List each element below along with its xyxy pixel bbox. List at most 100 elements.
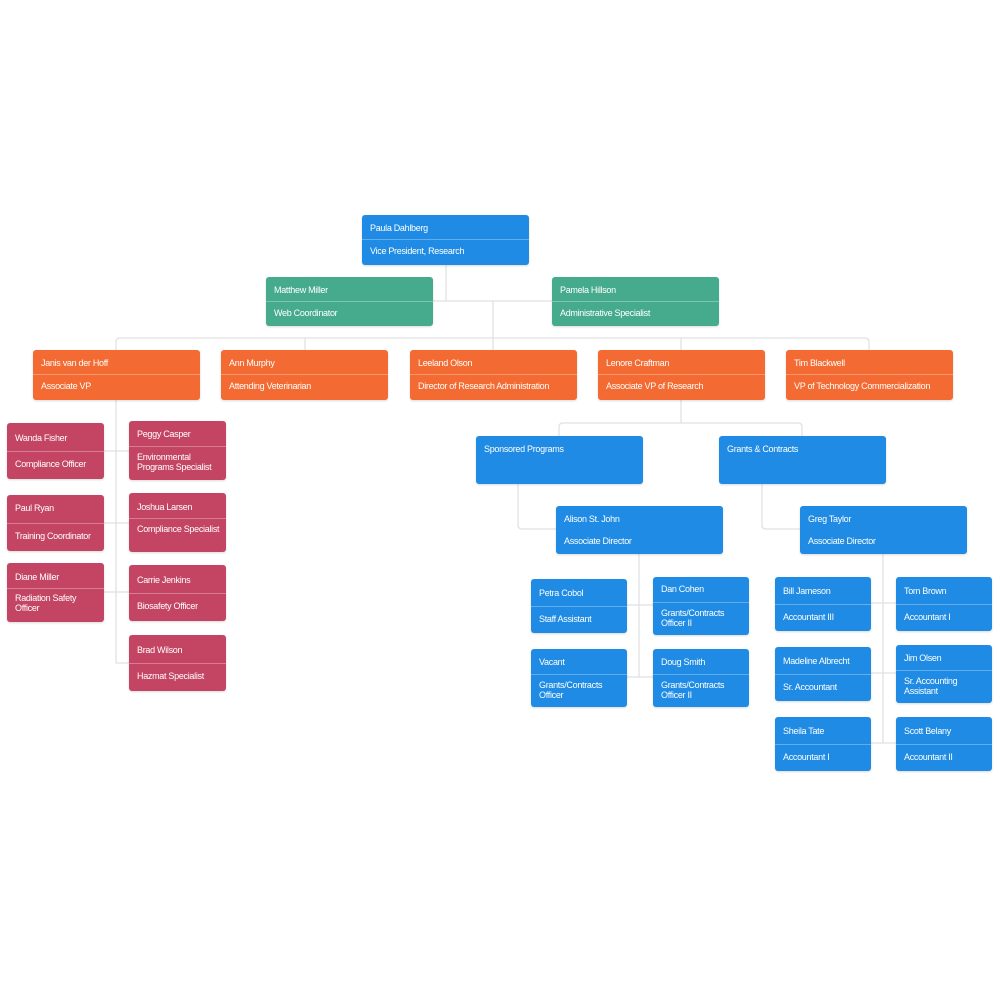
- node-name: Joshua Larsen: [137, 502, 193, 512]
- node-title: VP of Technology Commercialization: [794, 381, 931, 391]
- org-chart: Paula Dahlberg Vice President, Research Ma…: [0, 0, 1000, 1000]
- node-name: Wanda Fisher: [15, 433, 68, 443]
- node-name: Vacant: [539, 657, 565, 667]
- node-title: Web Coordinator: [274, 308, 338, 318]
- connector-grants-greg: [761, 484, 800, 530]
- node-title: Associate VP: [41, 381, 91, 391]
- org-node-janis[interactable]: Janis van der Hoff Associate VP: [33, 350, 200, 400]
- node-name: Tim Blackwell: [794, 358, 845, 368]
- node-divider: [786, 374, 953, 375]
- node-divider: [598, 374, 765, 375]
- node-name: Lenore Craftman: [606, 358, 670, 368]
- org-node-lenore[interactable]: Lenore Craftman Associate VP of Research: [598, 350, 765, 400]
- node-title: Grants/Contracts Officer: [539, 680, 603, 700]
- node-name: Leeland Olson: [418, 358, 473, 368]
- node-name: Greg Taylor: [808, 514, 852, 524]
- org-node-sponsored[interactable]: Sponsored Programs: [476, 436, 643, 484]
- node-title: Associate Director: [564, 536, 632, 546]
- node-divider: [653, 674, 749, 675]
- node-name: Carrie Jenkins: [137, 575, 191, 585]
- org-node-petra[interactable]: Petra Cobol Staff Assistant: [531, 579, 627, 633]
- node-name: Scott Belany: [904, 726, 951, 736]
- node-divider: [362, 239, 529, 240]
- connector-janis-trunk: [115, 400, 129, 664]
- org-node-scott[interactable]: Scott Belany Accountant II: [896, 717, 992, 771]
- org-node-jim[interactable]: Jim Olsen Sr. Accounting Assistant: [896, 645, 992, 703]
- node-divider: [129, 593, 226, 594]
- node-title: Vice President, Research: [370, 246, 465, 256]
- node-name: Petra Cobol: [539, 588, 584, 598]
- org-node-madeline[interactable]: Madeline Albrecht Sr. Accountant: [775, 647, 871, 701]
- node-title: Director of Research Administration: [418, 381, 550, 391]
- connector-sponsored-alison: [517, 484, 556, 530]
- node-divider: [896, 670, 992, 671]
- node-divider: [775, 604, 871, 605]
- node-divider: [129, 446, 226, 447]
- node-divider: [531, 606, 627, 607]
- node-name: Ann Murphy: [229, 358, 275, 368]
- org-node-doug[interactable]: Doug Smith Grants/Contracts Officer II: [653, 649, 749, 707]
- org-node-alison[interactable]: Alison St. John Associate Director: [556, 506, 723, 554]
- node-title: Attending Veterinarian: [229, 381, 311, 391]
- node-divider: [266, 301, 433, 302]
- node-title: Sr. Accounting Assistant: [904, 676, 958, 696]
- node-divider: [7, 588, 104, 589]
- node-name: Madeline Albrecht: [783, 656, 850, 666]
- node-title: Accountant III: [783, 612, 834, 622]
- org-node-pamela[interactable]: Pamela Hillson Administrative Specialist: [552, 277, 719, 326]
- org-node-dan[interactable]: Dan Cohen Grants/Contracts Officer II: [653, 577, 749, 635]
- node-name: Paul Ryan: [15, 503, 54, 513]
- node-name: Matthew Miller: [274, 285, 328, 295]
- node-name: Jim Olsen: [904, 653, 942, 663]
- node-divider: [7, 523, 104, 524]
- org-node-grants[interactable]: Grants & Contracts: [719, 436, 886, 484]
- node-title: Grants/Contracts Officer II: [661, 680, 725, 700]
- org-node-paula[interactable]: Paula Dahlberg Vice President, Research: [362, 215, 529, 265]
- node-title: Compliance Officer: [15, 459, 86, 469]
- org-node-leeland[interactable]: Leeland Olson Director of Research Admini…: [410, 350, 577, 400]
- node-title: Associate Director: [808, 536, 876, 546]
- org-node-greg[interactable]: Greg Taylor Associate Director: [800, 506, 967, 554]
- node-title: Accountant I: [904, 612, 951, 622]
- node-divider: [410, 374, 577, 375]
- node-divider: [775, 674, 871, 675]
- org-node-tim[interactable]: Tim Blackwell VP of Technology Commercial…: [786, 350, 953, 400]
- node-title: Biosafety Officer: [137, 601, 198, 611]
- node-divider: [7, 451, 104, 452]
- node-title: Staff Assistant: [539, 614, 592, 624]
- node-title: Radiation Safety Officer: [15, 593, 77, 613]
- org-node-sheila[interactable]: Sheila Tate Accountant I: [775, 717, 871, 771]
- node-name: Sheila Tate: [783, 726, 825, 736]
- org-node-joshua[interactable]: Joshua Larsen Compliance Specialist: [129, 493, 226, 552]
- node-divider: [896, 604, 992, 605]
- node-title: Administrative Specialist: [560, 308, 651, 318]
- node-title: Accountant I: [783, 752, 830, 762]
- org-node-bill[interactable]: Bill Jameson Accountant III: [775, 577, 871, 631]
- org-node-brad[interactable]: Brad Wilson Hazmat Specialist: [129, 635, 226, 691]
- org-node-matthew[interactable]: Matthew Miller Web Coordinator: [266, 277, 433, 326]
- node-divider: [129, 518, 226, 519]
- node-title: Grants/Contracts Officer II: [661, 608, 725, 628]
- org-node-carrie[interactable]: Carrie Jenkins Biosafety Officer: [129, 565, 226, 621]
- org-node-peggy[interactable]: Peggy Casper Environmental Programs Speci…: [129, 421, 226, 480]
- node-title: Hazmat Specialist: [137, 671, 204, 681]
- node-name: Grants & Contracts: [727, 444, 799, 454]
- node-divider: [221, 374, 388, 375]
- node-divider: [552, 301, 719, 302]
- connector-lenore-bar: [558, 422, 803, 436]
- node-name: Paula Dahlberg: [370, 223, 428, 233]
- node-name: Janis van der Hoff: [41, 358, 108, 368]
- node-title: Accountant II: [904, 752, 953, 762]
- node-divider: [896, 744, 992, 745]
- node-name: Alison St. John: [564, 514, 620, 524]
- org-node-tom[interactable]: Tom Brown Accountant I: [896, 577, 992, 631]
- node-divider: [775, 744, 871, 745]
- org-node-vacant[interactable]: Vacant Grants/Contracts Officer: [531, 649, 627, 707]
- org-node-wanda[interactable]: Wanda Fisher Compliance Officer: [7, 423, 104, 479]
- node-name: Peggy Casper: [137, 429, 191, 439]
- node-divider: [531, 674, 627, 675]
- node-title: Sr. Accountant: [783, 682, 837, 692]
- org-node-ann[interactable]: Ann Murphy Attending Veterinarian: [221, 350, 388, 400]
- org-node-diane[interactable]: Diane Miller Radiation Safety Officer: [7, 563, 104, 622]
- org-node-paul[interactable]: Paul Ryan Training Coordinator: [7, 495, 104, 551]
